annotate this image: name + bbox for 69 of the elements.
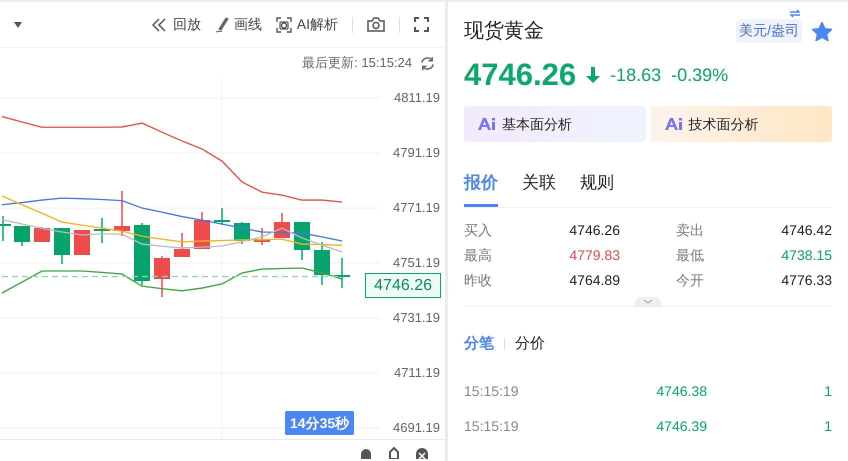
candlestick	[34, 227, 50, 242]
toolbar-button[interactable]: 画线	[214, 14, 262, 35]
trade-time: 15:15:19	[464, 417, 520, 436]
stat-value: 4746.42	[781, 220, 832, 240]
candlestick	[274, 213, 290, 238]
axis-label: 4691.19	[393, 420, 440, 436]
stat-value: 4776.33	[781, 270, 832, 290]
trade-volume: 1	[823, 382, 832, 401]
caret-down-icon[interactable]	[14, 22, 22, 28]
stat-label: 昨收	[464, 270, 492, 290]
candlestick	[134, 223, 150, 285]
swap-icon	[790, 8, 800, 18]
brush-icon	[214, 16, 229, 32]
stat-value: 4738.15	[781, 246, 832, 264]
trade-price: 4746.38	[655, 382, 707, 401]
trade-tab[interactable]: 分价	[515, 332, 545, 355]
stat-value: 4779.83	[569, 246, 620, 264]
trade-price: 4746.39	[655, 417, 707, 436]
axis-label: 4751.19	[393, 255, 440, 271]
current-price-tag: 4746.26	[365, 273, 441, 298]
unit-switch-button[interactable]: 美元/盎司	[736, 18, 802, 43]
analysis-button[interactable]: 基本面分析	[464, 106, 646, 142]
ai-icon	[478, 118, 496, 130]
candlestick	[314, 242, 330, 285]
current-price: 4746.26	[464, 56, 576, 94]
axis-label: 4791.19	[393, 145, 440, 161]
axis-label: 4771.19	[393, 200, 440, 216]
candlestick	[174, 233, 190, 257]
analysis-button[interactable]: 技术面分析	[650, 106, 832, 142]
toolbar-button[interactable]: AI解析	[276, 14, 338, 35]
candlestick	[294, 222, 310, 260]
close-icon[interactable]	[415, 447, 429, 459]
candlestick	[254, 228, 270, 245]
trade-time: 15:15:19	[464, 382, 520, 401]
stat-label: 最高	[464, 246, 492, 264]
candlestick	[214, 208, 230, 225]
price-change-percent: -0.39%	[671, 64, 728, 86]
candlestick	[0, 216, 11, 241]
refresh-icon[interactable]	[420, 56, 435, 70]
instrument-title: 现货黄金	[464, 19, 544, 44]
candlestick	[54, 228, 70, 264]
countdown-badge: 14分35秒	[285, 411, 354, 435]
star-icon[interactable]	[812, 22, 832, 40]
candlestick	[114, 191, 130, 236]
rewind-icon	[152, 18, 168, 32]
quote-tab[interactable]: 关联	[522, 170, 556, 206]
stat-label: 买入	[464, 220, 492, 240]
trade-volume: 1	[823, 417, 832, 436]
candlestick	[334, 258, 350, 288]
quote-tab[interactable]: 规则	[580, 170, 614, 206]
axis-label: 4711.19	[394, 365, 440, 381]
candlestick	[94, 218, 110, 243]
axis-label: 4731.19	[393, 310, 440, 326]
toolbar-button[interactable]: 回放	[152, 14, 201, 35]
last-update-text: 最后更新: 15:15:24	[302, 54, 412, 72]
scan-camera-icon	[276, 16, 292, 32]
price-change: -18.63	[610, 64, 662, 86]
fullscreen-icon[interactable]	[414, 17, 429, 32]
candlestick	[74, 230, 90, 255]
candlestick	[154, 256, 170, 297]
candlestick	[14, 226, 30, 246]
ai-icon	[664, 118, 682, 130]
stat-label: 今开	[676, 270, 704, 290]
axis-label: 4811.19	[394, 90, 440, 106]
stat-value: 4764.89	[569, 270, 620, 290]
stat-label: 最低	[676, 246, 704, 264]
camera-icon[interactable]	[367, 17, 385, 32]
stat-label: 卖出	[676, 220, 704, 240]
stat-value: 4746.26	[569, 220, 620, 240]
